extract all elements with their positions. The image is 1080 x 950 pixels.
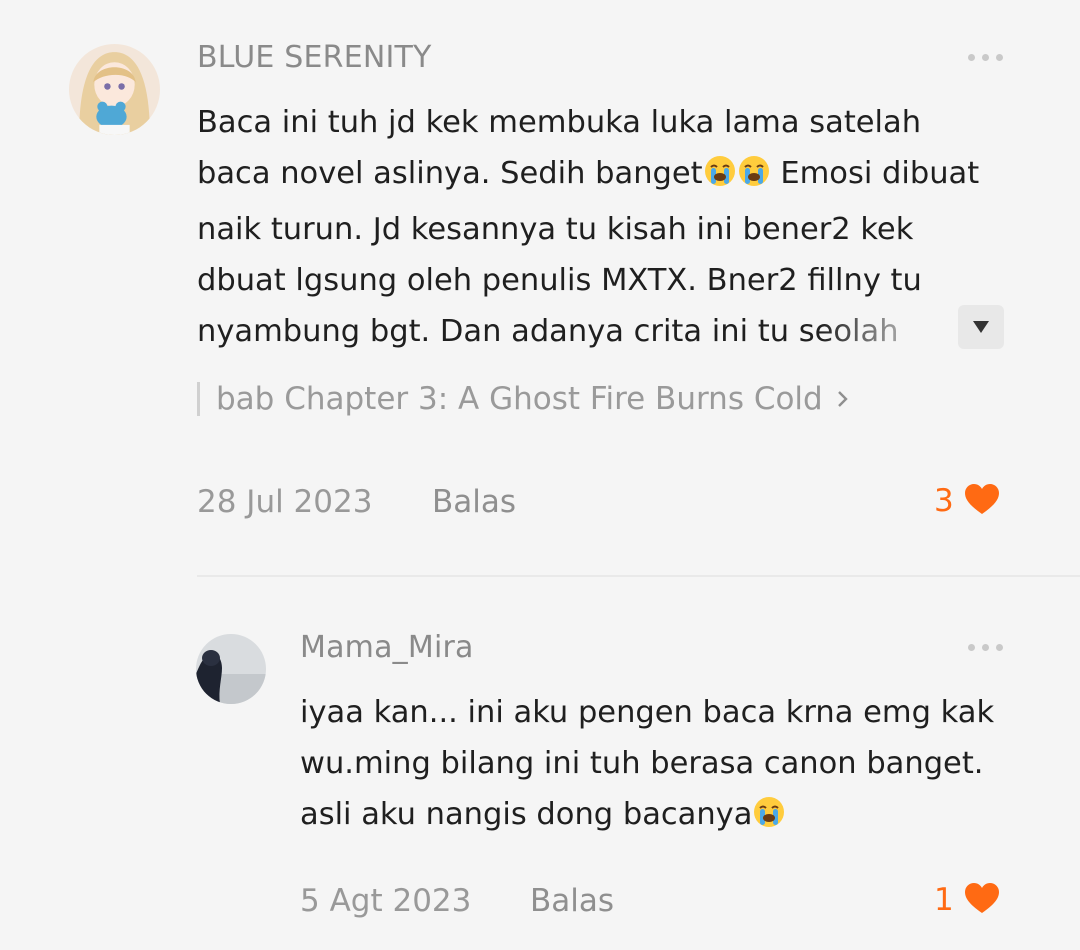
comment-username[interactable]: BLUE SERENITY <box>197 40 432 75</box>
more-options-icon[interactable] <box>968 54 1003 61</box>
heart-icon <box>964 483 1000 519</box>
crying-face-icon <box>703 153 737 204</box>
avatar[interactable] <box>69 44 160 135</box>
comment-text-line: asli aku nangis dong bacanya <box>300 789 1040 845</box>
chevron-right-icon <box>837 389 849 409</box>
reply-button[interactable]: Balas <box>530 883 614 919</box>
like-button[interactable]: 1 <box>934 882 1000 918</box>
comment-text-line: wu.ming bilang ini tuh berasa canon bang… <box>300 746 984 781</box>
crying-face-icon <box>752 794 786 845</box>
crying-face-icon <box>737 153 771 204</box>
comment-body: iyaa kan... ini aku pengen baca krna emg… <box>300 687 1040 845</box>
text-fade <box>820 303 970 353</box>
comment-text-line: iyaa kan... ini aku pengen baca krna emg… <box>300 695 995 730</box>
like-count: 1 <box>934 882 954 918</box>
comment-text-line: baca novel aslinya. Sedih banget Emosi d… <box>197 148 1017 204</box>
heart-icon <box>964 882 1000 918</box>
comment-date: 28 Jul 2023 <box>197 484 373 520</box>
expand-text-button[interactable] <box>958 305 1004 349</box>
chapter-link[interactable]: bab Chapter 3: A Ghost Fire Burns Cold <box>197 381 849 417</box>
comment-date: 5 Agt 2023 <box>300 883 472 919</box>
comment-text-line: naik turun. Jd kesannya tu kisah ini ben… <box>197 212 914 247</box>
chapter-link-label: bab Chapter 3: A Ghost Fire Burns Cold <box>216 381 823 417</box>
avatar[interactable] <box>196 634 266 704</box>
link-divider <box>197 382 200 416</box>
like-button[interactable]: 3 <box>934 483 1000 519</box>
more-options-icon[interactable] <box>968 644 1003 651</box>
like-count: 3 <box>934 483 954 519</box>
divider <box>197 575 1080 577</box>
reply-button[interactable]: Balas <box>432 484 516 520</box>
caret-down-icon <box>973 321 989 333</box>
comment-username[interactable]: Mama_Mira <box>300 630 474 665</box>
comment-text-line: dbuat lgsung oleh penulis MXTX. Bner2 fi… <box>197 263 922 298</box>
comment-text-line: Baca ini tuh jd kek membuka luka lama sa… <box>197 105 922 140</box>
